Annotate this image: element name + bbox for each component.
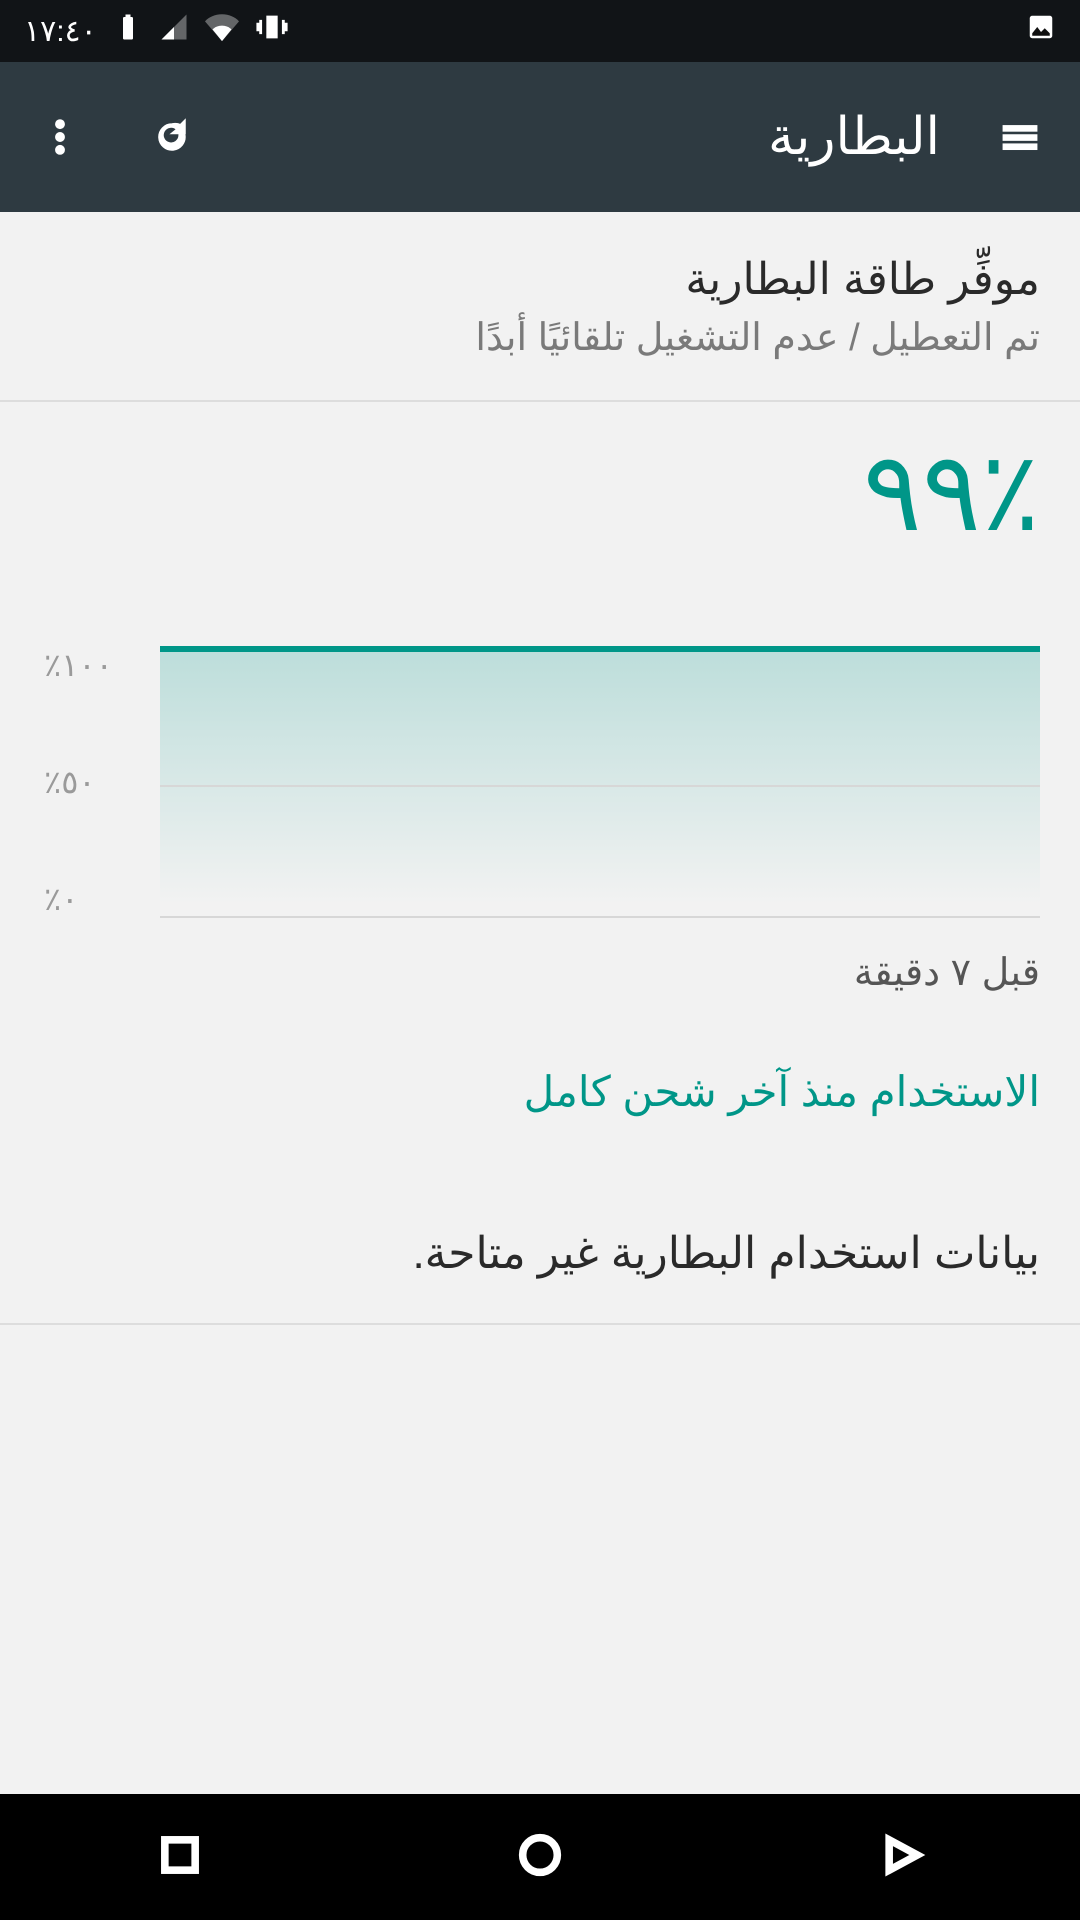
recent-apps-button[interactable] bbox=[154, 1829, 206, 1886]
vibrate-icon bbox=[255, 10, 289, 52]
y-tick-50: ٪٥٠ bbox=[44, 763, 140, 801]
usage-unavailable-row: بيانات استخدام البطارية غير متاحة. bbox=[0, 1188, 1080, 1325]
battery-full-icon bbox=[113, 12, 143, 50]
y-tick-0: ٪٠ bbox=[44, 880, 140, 918]
refresh-icon[interactable] bbox=[140, 105, 204, 169]
status-time: ١٧:٤٠ bbox=[24, 14, 97, 49]
battery-saver-subtitle: تم التعطيل / عدم التشغيل تلقائيًا أبدًا bbox=[40, 315, 1040, 360]
back-button[interactable] bbox=[874, 1829, 926, 1886]
chart-plot bbox=[160, 646, 1040, 918]
nav-bar bbox=[0, 1794, 1080, 1920]
battery-chart[interactable]: ٪١٠٠ ٪٥٠ ٪٠ bbox=[40, 646, 1040, 918]
menu-icon[interactable] bbox=[988, 105, 1052, 169]
usage-unavailable: بيانات استخدام البطارية غير متاحة. bbox=[40, 1228, 1040, 1279]
battery-percent: ٪٩٩ bbox=[40, 428, 1040, 556]
battery-saver-row[interactable]: موفِّر طاقة البطارية تم التعطيل / عدم ال… bbox=[0, 212, 1080, 402]
picture-icon bbox=[1026, 12, 1056, 50]
gridline-0 bbox=[160, 916, 1040, 918]
app-title: البطارية bbox=[768, 107, 940, 167]
app-bar: البطارية bbox=[0, 62, 1080, 212]
home-button[interactable] bbox=[514, 1829, 566, 1886]
wifi-icon bbox=[205, 10, 239, 52]
battery-section: ٪٩٩ ٪١٠٠ ٪٥٠ ٪٠ قبل ٧ دقيقة الاستخدام من… bbox=[0, 402, 1080, 1325]
gridline-50 bbox=[160, 785, 1040, 787]
y-tick-100: ٪١٠٠ bbox=[44, 646, 140, 684]
battery-saver-title: موفِّر طاقة البطارية bbox=[40, 254, 1040, 305]
status-left: ١٧:٤٠ bbox=[24, 10, 289, 52]
chart-y-axis: ٪١٠٠ ٪٥٠ ٪٠ bbox=[40, 646, 140, 918]
cell-signal-icon bbox=[159, 12, 189, 50]
since-last-charge: قبل ٧ دقيقة bbox=[40, 950, 1040, 995]
content: موفِّر طاقة البطارية تم التعطيل / عدم ال… bbox=[0, 212, 1080, 1794]
usage-since-header: الاستخدام منذ آخر شحن كامل bbox=[40, 1067, 1040, 1116]
status-bar: ١٧:٤٠ bbox=[0, 0, 1080, 62]
status-right bbox=[1026, 12, 1056, 50]
more-vert-icon[interactable] bbox=[28, 105, 92, 169]
